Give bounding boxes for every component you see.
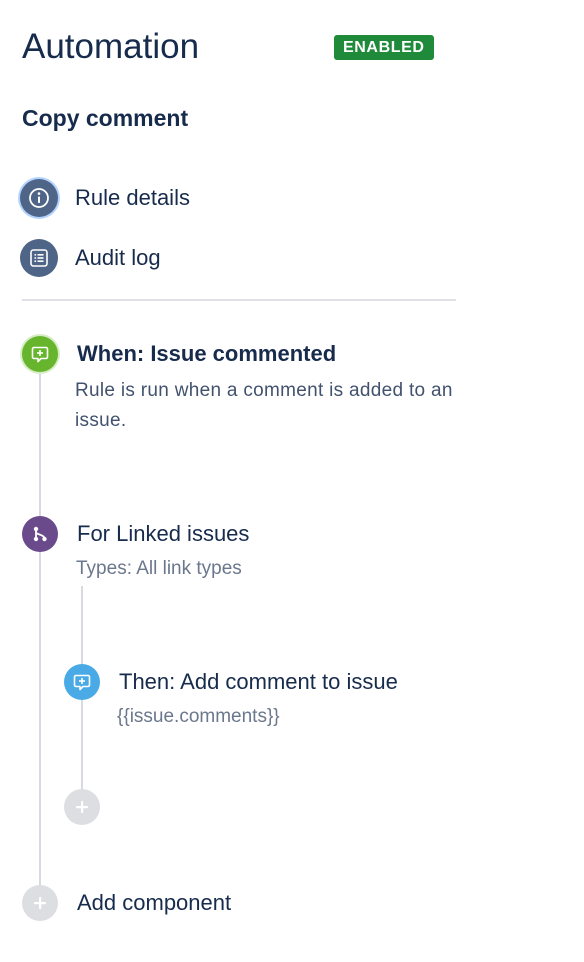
nav-item-label: Audit log <box>75 245 161 270</box>
branch-subtitle: Types: All link types <box>76 558 242 579</box>
list-icon <box>20 239 58 277</box>
info-icon <box>20 179 58 217</box>
comment-plus-icon[interactable] <box>64 664 100 700</box>
add-branch-component-button[interactable] <box>64 789 100 825</box>
nav-item-rule-details[interactable]: Rule details <box>20 178 190 218</box>
plus-icon <box>76 801 88 813</box>
nav-item-audit-log[interactable]: Audit log <box>20 238 161 278</box>
divider <box>22 299 456 301</box>
comment-plus-icon[interactable] <box>22 336 58 372</box>
page-title: Automation <box>22 27 200 66</box>
action-title[interactable]: Then: Add comment to issue <box>119 668 398 696</box>
action-subtitle: {{issue.comments}} <box>117 706 280 727</box>
status-badge: ENABLED <box>334 35 434 60</box>
branch-title[interactable]: For Linked issues <box>77 520 249 548</box>
trigger-description: Rule is run when a comment is added to a… <box>75 380 453 431</box>
add-component-button[interactable] <box>22 885 58 921</box>
plus-icon <box>34 897 46 909</box>
add-component-label[interactable]: Add component <box>77 889 231 917</box>
rule-name: Copy comment <box>22 105 189 131</box>
branch-icon[interactable] <box>22 516 58 552</box>
nav-item-label: Rule details <box>75 185 190 210</box>
trigger-title[interactable]: When: Issue commented <box>77 340 336 368</box>
main-connector-line <box>39 372 41 892</box>
